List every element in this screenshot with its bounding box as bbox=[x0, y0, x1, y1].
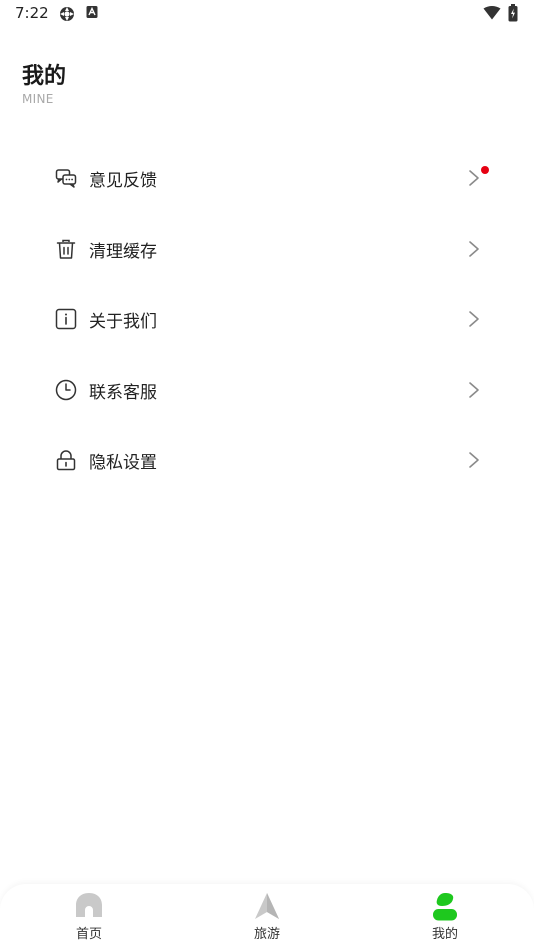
wifi-icon bbox=[483, 6, 501, 20]
nav-item-travel[interactable]: 旅游 bbox=[217, 884, 317, 950]
nav-label: 首页 bbox=[75, 927, 102, 942]
menu-item-about-us[interactable]: 关于我们 bbox=[0, 283, 534, 354]
page-subtitle: MINE bbox=[22, 92, 54, 106]
lock-icon bbox=[56, 450, 76, 471]
menu-item-contact-service[interactable]: 联系客服 bbox=[0, 354, 534, 425]
nav-label: 旅游 bbox=[253, 927, 280, 942]
home-icon bbox=[76, 893, 102, 917]
menu-item-label: 联系客服 bbox=[89, 382, 157, 403]
menu-item-label: 关于我们 bbox=[89, 312, 157, 333]
page-title: 我的 bbox=[22, 64, 67, 89]
menu-item-label: 清理缓存 bbox=[89, 241, 157, 262]
profile-icon bbox=[433, 893, 457, 921]
menu-item-privacy-settings[interactable]: 隐私设置 bbox=[0, 424, 534, 495]
chevron-right-icon bbox=[469, 452, 479, 469]
chevron-right-icon bbox=[469, 240, 479, 257]
feedback-icon bbox=[55, 169, 77, 188]
battery-icon bbox=[508, 4, 518, 22]
settings-icon bbox=[60, 7, 74, 21]
chevron-right-icon bbox=[469, 311, 479, 327]
clock-icon bbox=[55, 379, 77, 401]
trash-icon bbox=[56, 239, 76, 259]
notification-icon bbox=[86, 6, 98, 18]
status-bar: 7:22 bbox=[0, 0, 534, 28]
nav-label: 我的 bbox=[431, 927, 458, 942]
menu-item-label: 意见反馈 bbox=[89, 171, 157, 191]
menu-item-label: 隐私设置 bbox=[89, 453, 157, 474]
travel-icon bbox=[255, 893, 279, 919]
menu-item-feedback[interactable]: 意见反馈 bbox=[0, 142, 534, 213]
chevron-right-icon bbox=[469, 381, 479, 398]
chevron-right-icon bbox=[469, 170, 479, 186]
menu-item-clear-cache[interactable]: 清理缓存 bbox=[0, 213, 534, 284]
bottom-nav: 首页 旅游 我的 bbox=[0, 884, 534, 950]
info-icon bbox=[55, 308, 77, 330]
menu-list: 意见反馈 清理缓存 关于我们 联系客服 隐私设置 bbox=[0, 142, 534, 495]
nav-item-profile[interactable]: 我的 bbox=[395, 884, 495, 950]
status-time: 7:22 bbox=[15, 4, 49, 22]
nav-item-home[interactable]: 首页 bbox=[39, 884, 139, 950]
notification-badge bbox=[481, 166, 489, 174]
screen: 7:22 我的 MINE 意见反馈 清理缓存 关于我们 联系客服 隐私设置 首页… bbox=[0, 0, 534, 950]
